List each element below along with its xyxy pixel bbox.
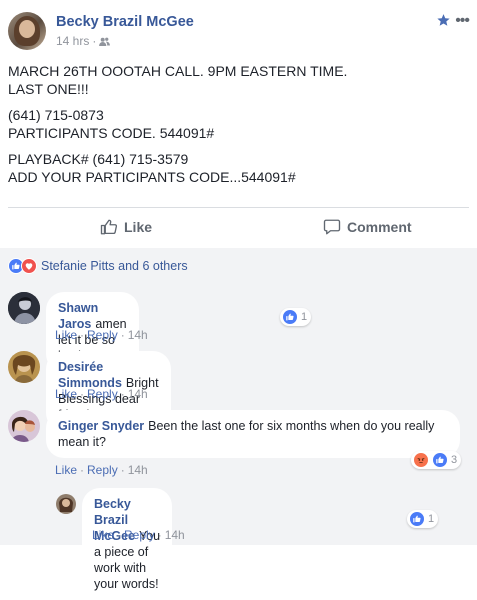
post-line: (641) 715-0873 [8, 107, 104, 123]
comment-meta: Like · Reply · 14h [55, 328, 148, 342]
comment-bubble: Becky Brazil McGee You a piece of work wi… [82, 488, 173, 600]
commenter-avatar[interactable] [56, 494, 76, 514]
feed-post: Becky Brazil McGee 14 hrs · ••• MARCH 26T… [0, 0, 477, 600]
reactions-text: Stefanie Pitts and 6 others [41, 259, 188, 273]
post-line: LAST ONE!!! [8, 81, 89, 97]
comment-meta: Like · Reply · 14h [55, 387, 148, 401]
commenter-avatar[interactable] [8, 410, 40, 442]
angry-reaction-icon [413, 452, 429, 468]
comment-like-link[interactable]: Like [55, 387, 77, 401]
like-label: Like [124, 219, 153, 235]
commenter-name[interactable]: Desirée Simmonds [58, 360, 122, 390]
comments-section: Stefanie Pitts and 6 others Shawn Jaros a… [0, 248, 477, 600]
post-menu: ••• [436, 12, 470, 30]
post-line: ADD YOUR PARTICIPANTS CODE...544091# [8, 169, 296, 185]
like-reaction-icon [282, 309, 298, 325]
comment-like-link[interactable]: Like [55, 463, 77, 477]
post-timestamp[interactable]: 14 hrs [56, 34, 89, 48]
comment-reply-link[interactable]: Reply [87, 387, 118, 401]
reaction-count: 1 [301, 311, 308, 323]
comment-like-link[interactable]: Like [55, 328, 77, 342]
post-header: Becky Brazil McGee 14 hrs · ••• [8, 12, 477, 54]
like-button[interactable]: Like [100, 208, 152, 246]
comment-time[interactable]: 14h [128, 463, 148, 477]
post-line: MARCH 26TH OOOTAH CALL. 9PM EASTERN TIME… [8, 63, 348, 79]
more-icon[interactable]: ••• [455, 12, 470, 29]
comment-reactions[interactable]: 1 [280, 308, 312, 326]
like-reaction-icon [432, 452, 448, 468]
comment-time[interactable]: 14h [128, 387, 148, 401]
comment-meta: Like · Reply · 14h [55, 463, 148, 477]
comment-like-link[interactable]: Like [92, 528, 114, 542]
comment-reactions[interactable]: 1 [407, 510, 439, 528]
comment-reply-link[interactable]: Reply [87, 328, 118, 342]
star-icon[interactable] [436, 13, 451, 27]
commenter-name[interactable]: Ginger Snyder [58, 419, 144, 433]
post-line: PLAYBACK# (641) 715-3579 [8, 151, 189, 167]
comment-label: Comment [347, 219, 412, 235]
comment-button[interactable]: Comment [323, 208, 412, 246]
commenter-avatar[interactable] [8, 351, 40, 383]
like-reaction-icon [409, 511, 425, 527]
post-line: PARTICIPANTS CODE. 544091# [8, 125, 215, 141]
commenter-avatar[interactable] [8, 292, 40, 324]
comment-reactions[interactable]: 3 [411, 451, 462, 469]
comment-icon [323, 219, 341, 235]
reactions-summary[interactable]: Stefanie Pitts and 6 others [8, 258, 188, 274]
comment-meta: Like · Reply · 14h [92, 528, 185, 542]
post-body: MARCH 26TH OOOTAH CALL. 9PM EASTERN TIME… [8, 62, 468, 194]
comment-time[interactable]: 14h [165, 528, 185, 542]
meta-separator: · [92, 34, 97, 48]
comment-reply-link[interactable]: Reply [87, 463, 118, 477]
comment-reply-link[interactable]: Reply [124, 528, 155, 542]
reaction-count: 3 [451, 454, 458, 466]
friends-icon[interactable] [99, 37, 111, 46]
love-reaction-icon [21, 258, 37, 274]
commenter-name[interactable]: Shawn Jaros [58, 301, 98, 331]
post-meta: 14 hrs · [56, 34, 111, 48]
post-actions: Like Comment [8, 208, 469, 246]
thumbs-up-icon [100, 219, 118, 235]
comment-time[interactable]: 14h [128, 328, 148, 342]
author-avatar[interactable] [8, 12, 46, 50]
reaction-count: 1 [428, 513, 435, 525]
author-name[interactable]: Becky Brazil McGee [56, 14, 194, 30]
comment-bubble: Ginger Snyder Been the last one for six m… [46, 410, 460, 458]
